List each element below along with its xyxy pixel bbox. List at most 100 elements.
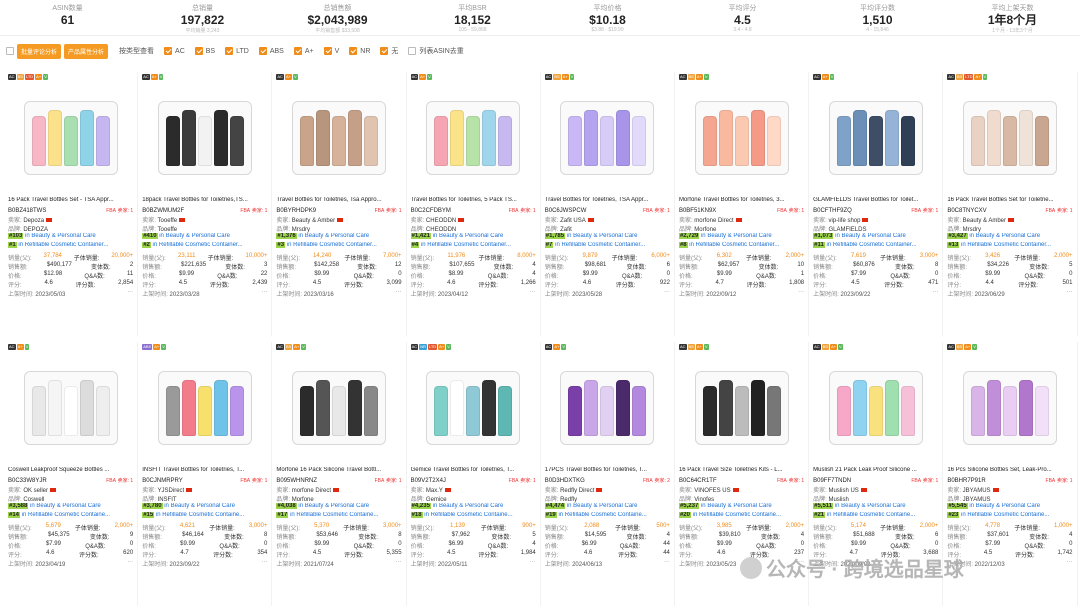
bsr-sub[interactable]: #3 in Refillable Cosmetic Container...	[276, 242, 401, 251]
product-title[interactable]: INSFIT Travel Bottles for Toiletries, T.…	[142, 467, 267, 476]
bsr-main[interactable]: #5,237 in Beauty & Personal Care	[678, 503, 804, 512]
product-card[interactable]: AC BS A+ V Travel Bottles for Toiletries, T…	[541, 72, 675, 336]
more-icon[interactable]: ···	[1067, 559, 1073, 568]
filter-checkbox[interactable]	[349, 47, 358, 55]
bsr-main[interactable]: #3,427 in Beauty & Personal Care	[947, 233, 1072, 242]
product-image[interactable]	[947, 353, 1072, 463]
asin[interactable]: B0D3HDXTKG	[545, 478, 585, 484]
product-card[interactable]: AC A+ V Travel Bottles for Toiletries, Tsa…	[272, 72, 407, 336]
product-image[interactable]	[142, 83, 267, 193]
filter-checkbox[interactable]	[194, 47, 203, 55]
bsr-sub[interactable]: #23 in Refillable Cosmetic Containe...	[947, 512, 1072, 521]
product-image[interactable]	[679, 353, 804, 463]
product-image[interactable]	[679, 83, 804, 193]
bsr-sub[interactable]: #15 in Refillable Cosmetic Containe...	[142, 512, 267, 521]
filter-checkbox[interactable]	[380, 47, 389, 55]
bsr-main[interactable]: #2,729 in Beauty & Personal Care	[678, 233, 804, 242]
bsr-sub[interactable]: #7 in Refillable Cosmetic Container...	[544, 242, 670, 251]
more-icon[interactable]: ···	[127, 289, 133, 298]
bsr-sub[interactable]: #8 in Refillable Cosmetic Container...	[678, 242, 804, 251]
asin[interactable]: B0C64CR1TF	[679, 478, 717, 484]
bsr-main[interactable]: #3,588 in Beauty & Personal Care	[8, 503, 133, 512]
bsr-main[interactable]: #1,376 in Beauty & Personal Care	[276, 233, 401, 242]
filter-option[interactable]: LTD	[225, 46, 249, 56]
asin[interactable]: B0BHR7P91R	[947, 478, 985, 484]
product-image[interactable]	[8, 83, 133, 193]
product-image[interactable]	[947, 83, 1072, 193]
bsr-main[interactable]: #103 in Beauty & Personal Care	[8, 233, 133, 242]
product-card[interactable]: AC BS LTD A+ V 16 Pack Travel Bottles Set fo…	[943, 72, 1078, 336]
batch-review-analysis-button[interactable]: 批量评论分析	[17, 43, 62, 59]
product-card[interactable]: AC BS A+ V Morfone 16 Pack Silicone Travel …	[272, 342, 407, 606]
filter-option[interactable]: AC	[164, 46, 185, 56]
filter-option[interactable]: V	[323, 46, 339, 56]
select-all-checkbox[interactable]	[6, 47, 14, 55]
filter-checkbox[interactable]	[323, 47, 332, 55]
product-card[interactable]: AC BS LTD A+ V 16 Pack Travel Bottles Set - …	[4, 72, 139, 336]
product-card[interactable]: AC A+ V 18pack Travel Bottles for Toiletri…	[138, 72, 273, 336]
bsr-sub[interactable]: #19 in Refillable Cosmetic Containe...	[544, 512, 670, 521]
bsr-sub[interactable]: #14 in Refillable Cosmetic Containe...	[8, 512, 133, 521]
more-icon[interactable]: ···	[1067, 289, 1073, 298]
more-icon[interactable]: ···	[664, 289, 670, 298]
filter-checkbox[interactable]	[258, 47, 267, 55]
product-card[interactable]: AC BS A+ V Morfone Travel Bottles for Toile…	[675, 72, 810, 336]
product-image[interactable]	[8, 353, 133, 463]
bsr-main[interactable]: #4,235 in Beauty & Personal Care	[410, 503, 536, 512]
bsr-main[interactable]: #410 in Beauty & Personal Care	[142, 233, 267, 242]
product-card[interactable]: AC A+ V GLAMFIELDS Travel Bottles for Toil…	[809, 72, 944, 336]
more-icon[interactable]: ···	[261, 289, 267, 298]
product-title[interactable]: Gemice Travel Bottles for Toiletries, T.…	[411, 467, 536, 476]
product-card[interactable]: AC A+ V 17PCS Travel Bottles for Toiletrie…	[541, 342, 675, 606]
product-title[interactable]: 16 Pack Travel Bottles Set - TSA Appr...	[8, 197, 133, 206]
product-title[interactable]: Travel Bottles for Toiletries, TSA Appr.…	[545, 197, 670, 206]
filter-option[interactable]: ABS	[258, 46, 284, 56]
product-card[interactable]: AC NR LTD A+ V Gemice Travel Bottles for Toi…	[407, 342, 541, 606]
asin[interactable]: B09V2T2X4J	[411, 478, 446, 484]
bsr-sub[interactable]: #11 in Refillable Cosmetic Container...	[813, 242, 938, 251]
bsr-main[interactable]: #4,038 in Beauty & Personal Care	[276, 503, 401, 512]
asin[interactable]: B0CJNMRPRY	[142, 478, 183, 484]
more-icon[interactable]: ···	[530, 289, 536, 298]
bsr-main[interactable]: #3,780 in Beauty & Personal Care	[142, 503, 267, 512]
product-title[interactable]: Coswell Leakproof Squeeze Bottles ...	[8, 467, 133, 476]
more-icon[interactable]: ···	[261, 559, 267, 568]
bsr-main[interactable]: #5,511 in Beauty & Personal Care	[813, 503, 938, 512]
product-image[interactable]	[813, 83, 938, 193]
product-title[interactable]: Morfone 16 Pack Silicone Travel Bottl...	[276, 467, 401, 476]
asin[interactable]: B0C2CFDBYM	[411, 208, 451, 214]
bsr-sub[interactable]: #1 in Refillable Cosmetic Container...	[8, 242, 133, 251]
asin[interactable]: B0C6JWSPCW	[545, 208, 587, 214]
product-title[interactable]: Travel Bottles for Toiletries, 5 Pack TS…	[411, 197, 536, 206]
product-title[interactable]: 17PCS Travel Bottles for Toiletries, T..…	[545, 467, 670, 476]
product-image[interactable]	[813, 353, 938, 463]
bsr-sub[interactable]: #2 in Refillable Cosmetic Container...	[142, 242, 267, 251]
filter-option[interactable]: BS	[194, 46, 215, 56]
filter-option[interactable]: A+	[293, 46, 314, 56]
asin[interactable]: B09FF7TNDN	[813, 478, 851, 484]
product-image[interactable]	[411, 83, 536, 193]
asin[interactable]: B0CFTHF9ZQ	[813, 208, 852, 214]
asin[interactable]: B0BZ418TWS	[8, 208, 46, 214]
bsr-sub[interactable]: #17 in Refillable Cosmetic Containe...	[276, 512, 401, 521]
more-icon[interactable]: ···	[127, 559, 133, 568]
bsr-sub[interactable]: #21 in Refillable Cosmetic Containe...	[813, 512, 938, 521]
bsr-main[interactable]: #1,421 in Beauty & Personal Care	[410, 233, 536, 242]
filter-checkbox[interactable]	[293, 47, 302, 55]
filter-checkbox[interactable]	[225, 47, 234, 55]
more-icon[interactable]: ···	[530, 559, 536, 568]
filter-checkbox[interactable]	[164, 47, 173, 55]
more-icon[interactable]: ···	[932, 289, 938, 298]
asin[interactable]: B0BYRHDPK9	[276, 208, 316, 214]
bsr-sub[interactable]: #4 in Refillable Cosmetic Container...	[410, 242, 536, 251]
bsr-main[interactable]: #4,474 in Beauty & Personal Care	[544, 503, 670, 512]
asin[interactable]: B0BF51KN9X	[679, 208, 716, 214]
bsr-main[interactable]: #1,785 in Beauty & Personal Care	[544, 233, 670, 242]
product-card[interactable]: AC A+ V Coswell Leakproof Squeeze Bottles …	[4, 342, 139, 606]
more-icon[interactable]: ···	[664, 559, 670, 568]
product-title[interactable]: 16 Pack Travel Size Toiletries Kits - L.…	[679, 467, 804, 476]
product-image[interactable]	[276, 83, 401, 193]
asin[interactable]: B0C33W8YJR	[8, 478, 47, 484]
bsr-main[interactable]: #5,545 in Beauty & Personal Care	[947, 503, 1072, 512]
product-image[interactable]	[545, 353, 670, 463]
